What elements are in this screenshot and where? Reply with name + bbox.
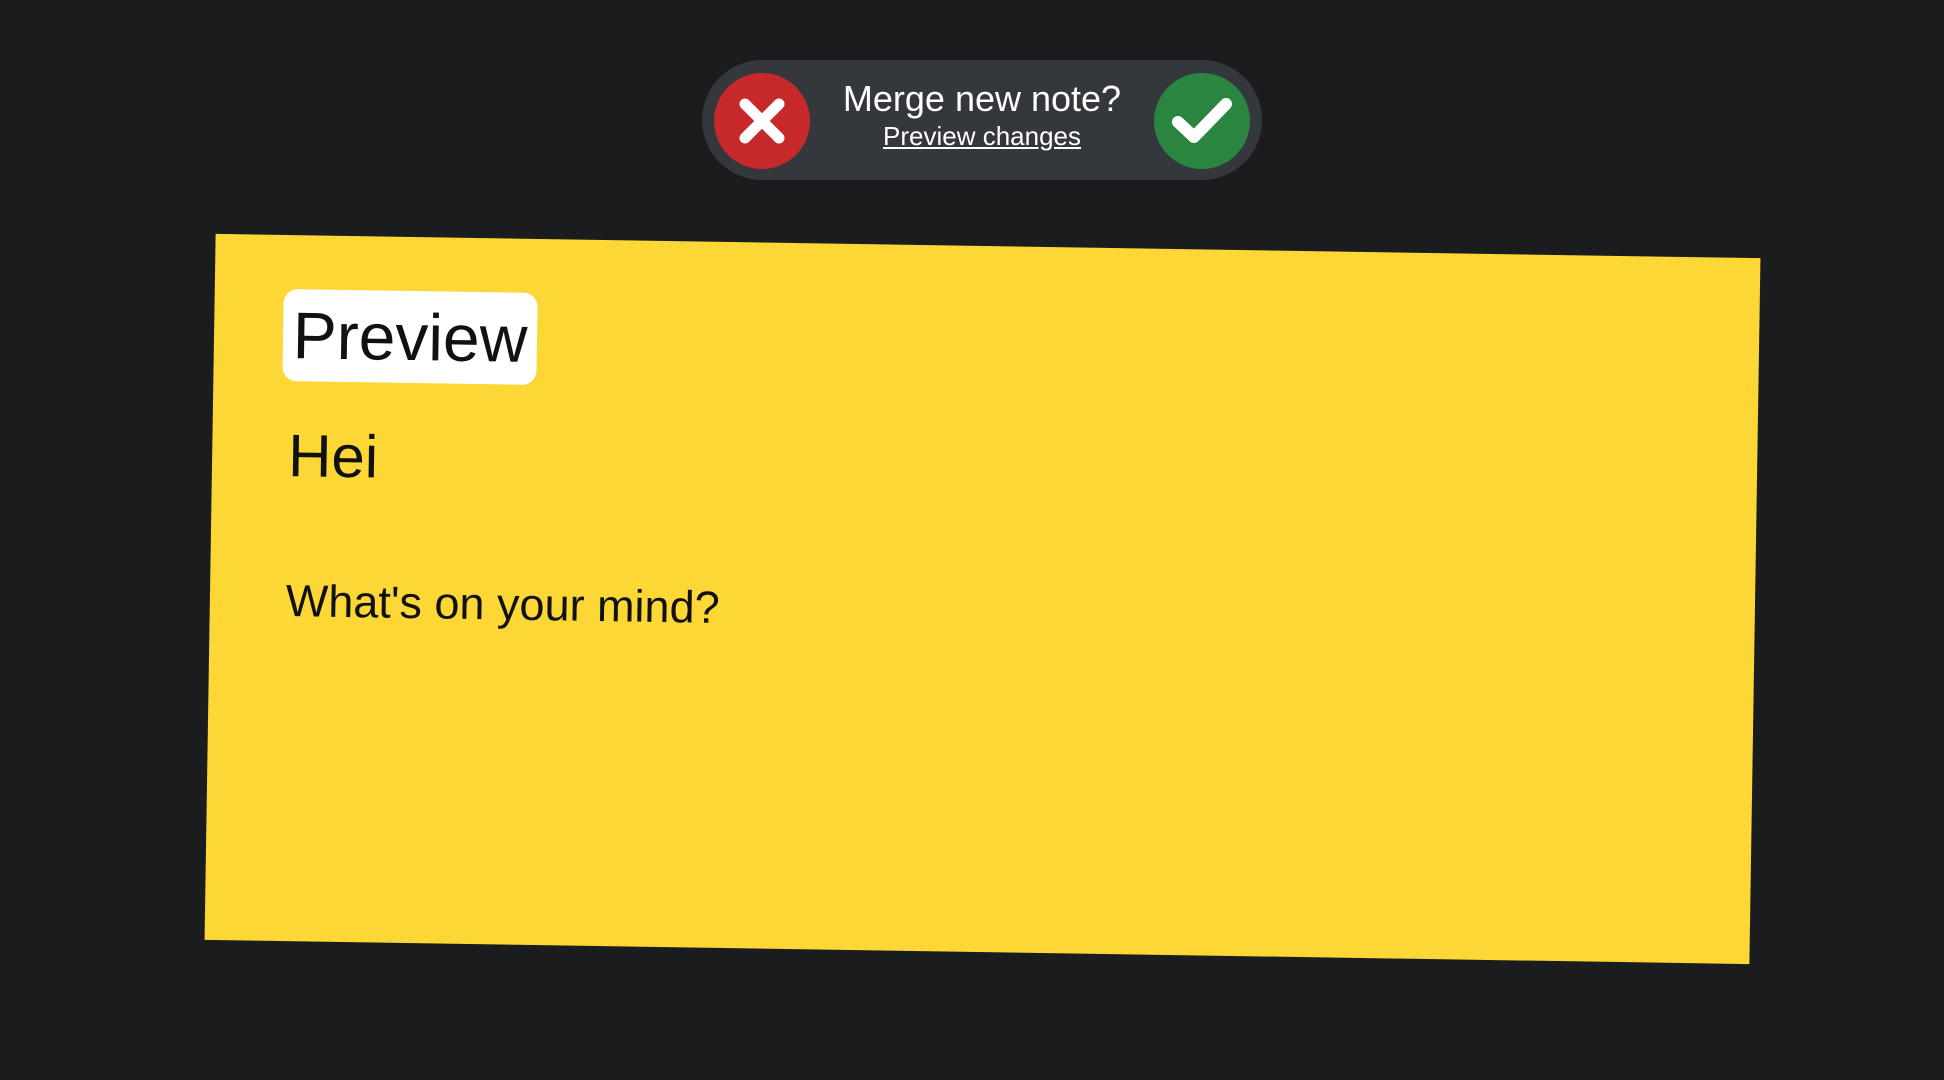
merge-prompt-text: Merge new note? Preview changes: [822, 78, 1142, 151]
merge-prompt: Merge new note? Preview changes: [702, 60, 1262, 180]
merge-question: Merge new note?: [842, 78, 1122, 119]
sticky-note[interactable]: Preview Hei What's on your mind?: [204, 233, 1761, 965]
check-icon: [1172, 98, 1232, 143]
preview-badge: Preview: [282, 288, 538, 385]
reject-merge-button[interactable]: [714, 73, 810, 169]
preview-changes-link[interactable]: Preview changes: [883, 121, 1081, 151]
note-body[interactable]: What's on your mind?: [285, 575, 720, 634]
close-icon: [739, 98, 785, 144]
note-title[interactable]: Hei: [288, 421, 379, 492]
accept-merge-button[interactable]: [1154, 73, 1250, 169]
